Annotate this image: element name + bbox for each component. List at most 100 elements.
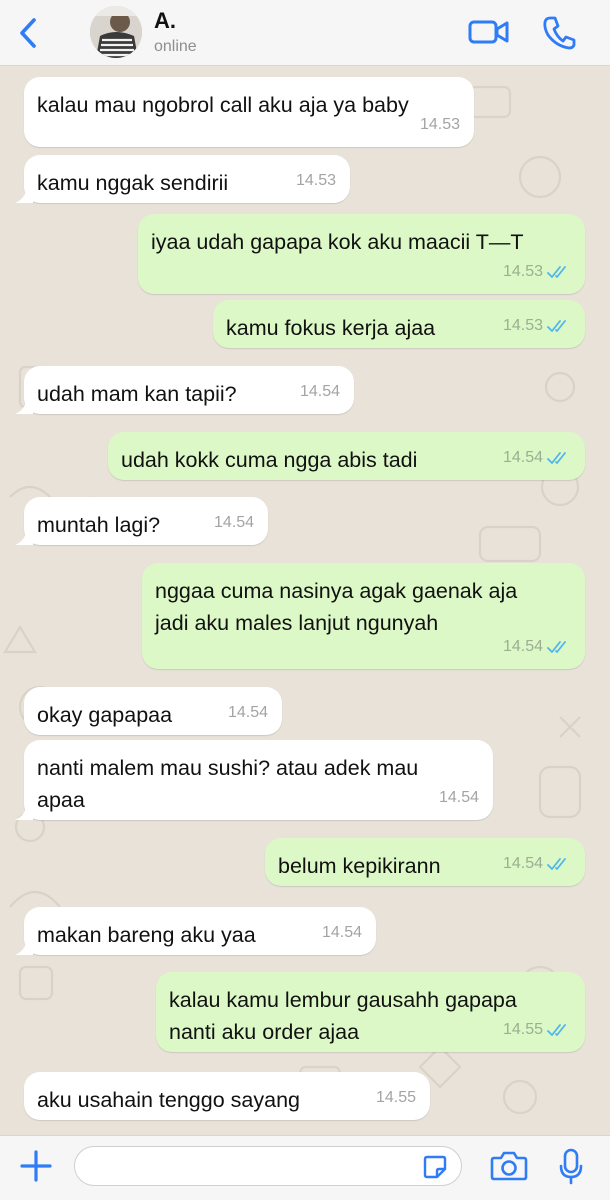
message-time: 14.53 [419, 116, 460, 133]
outgoing-message[interactable]: kalau kamu lembur gausahh gapapa nanti ak… [156, 972, 585, 1052]
message-line: udah mam kan tapii? [37, 382, 237, 406]
attach-button[interactable] [18, 1148, 54, 1184]
message-meta: 14.54 [228, 697, 268, 729]
incoming-message[interactable]: muntah lagi? 14.54 [15, 497, 268, 545]
incoming-message[interactable]: kalau mau ngobrol call aku aja ya baby 14… [24, 77, 474, 147]
message-meta: 14.53 [503, 256, 571, 288]
message-line: apaa [37, 788, 85, 812]
message-text: aku usahain tenggo sayang [37, 1084, 300, 1116]
back-button[interactable] [14, 16, 44, 50]
message-time: 14.54 [227, 704, 268, 721]
message-time: 14.54 [502, 449, 543, 466]
video-camera-icon [468, 20, 509, 44]
composer-bar [0, 1135, 610, 1200]
message-meta: 14.54 [300, 376, 340, 408]
message-text: okay gapapaa [37, 699, 172, 731]
message-meta: 14.54 [322, 917, 362, 949]
contact-name[interactable]: A. [154, 8, 176, 34]
message-line: nanti malem mau sushi? atau adek mau [37, 756, 419, 780]
message-line: kalau mau ngobrol call aku aja ya baby [37, 93, 409, 117]
sticker-icon [423, 1155, 447, 1179]
message-meta: 14.54 [503, 631, 571, 663]
message-line: iyaa udah gapapa kok aku maacii T—T [151, 230, 524, 254]
message-time: 14.54 [502, 855, 543, 872]
message-line: nanti aku order ajaa [169, 1020, 360, 1044]
message-input[interactable] [74, 1146, 462, 1186]
contact-status: online [154, 38, 197, 55]
outgoing-message[interactable]: kamu fokus kerja ajaa 14.53 [213, 300, 585, 348]
microphone-icon [559, 1148, 583, 1185]
phone-icon [543, 16, 576, 50]
bubble-tail [15, 398, 33, 414]
message-time: 14.54 [502, 638, 543, 655]
outgoing-message[interactable]: nggaa cuma nasinya agak gaenak aja jadi a… [142, 563, 585, 669]
message-meta: 14.53 [503, 310, 571, 342]
message-line: udah kokk cuma ngga abis tadi [121, 448, 418, 472]
message-text: kalau mau ngobrol call aku aja ya baby [37, 89, 409, 121]
incoming-message[interactable]: aku usahain tenggo sayang 14.55 [24, 1072, 430, 1120]
message-time: 14.55 [375, 1089, 416, 1106]
avatar[interactable] [90, 6, 142, 58]
message-line: nggaa cuma nasinya agak gaenak aja [155, 579, 518, 603]
message-time: 14.53 [502, 317, 543, 334]
video-call-button[interactable] [468, 16, 510, 48]
message-meta: 14.54 [503, 442, 571, 474]
message-line: aku usahain tenggo sayang [37, 1088, 300, 1112]
message-text: muntah lagi? [37, 509, 160, 541]
message-text: belum kepikirann [278, 850, 441, 882]
message-time: 14.54 [321, 924, 362, 941]
message-line: belum kepikirann [278, 854, 441, 878]
plus-icon [20, 1150, 52, 1182]
message-text: udah mam kan tapii? [37, 378, 237, 410]
message-meta: 14.54 [503, 848, 571, 880]
outgoing-message[interactable]: udah kokk cuma ngga abis tadi 14.54 [108, 432, 585, 480]
bubble-tail [15, 804, 33, 820]
incoming-message[interactable]: makan bareng aku yaa 14.54 [15, 907, 376, 955]
read-receipt-icon [547, 320, 566, 332]
incoming-message[interactable]: kamu nggak sendirii 14.53 [15, 155, 350, 203]
message-meta: 14.54 [439, 782, 479, 814]
camera-button[interactable] [490, 1150, 528, 1182]
message-meta: 14.55 [503, 1014, 571, 1046]
read-receipt-icon [547, 266, 566, 278]
sticker-button[interactable] [422, 1154, 448, 1180]
avatar-image [90, 6, 142, 58]
incoming-message[interactable]: okay gapapaa 14.54 [24, 687, 282, 735]
message-line: kamu nggak sendirii [37, 171, 229, 195]
read-receipt-icon [547, 452, 566, 464]
message-line: kamu fokus kerja ajaa [226, 316, 436, 340]
message-time: 14.53 [502, 263, 543, 280]
camera-icon [490, 1151, 528, 1181]
message-text: makan bareng aku yaa [37, 919, 256, 951]
read-receipt-icon [547, 1024, 566, 1036]
incoming-message[interactable]: udah mam kan tapii? 14.54 [15, 366, 354, 414]
incoming-message[interactable]: nanti malem mau sushi? atau adek mau apaa… [15, 740, 493, 820]
bubble-tail [15, 187, 33, 203]
message-text: kamu nggak sendirii [37, 167, 228, 199]
outgoing-message[interactable]: iyaa udah gapapa kok aku maacii T—T 14.53 [138, 214, 585, 294]
message-time: 14.54 [299, 383, 340, 400]
message-line: kalau kamu lembur gausahh gapapa [169, 988, 517, 1012]
outgoing-message[interactable]: belum kepikirann 14.54 [265, 838, 585, 886]
microphone-button[interactable] [558, 1148, 584, 1186]
chat-area[interactable]: kalau mau ngobrol call aku aja ya baby 14… [0, 67, 610, 1135]
message-line: jadi aku males lanjut ngunyah [155, 611, 439, 635]
read-receipt-icon [547, 641, 566, 653]
message-meta: 14.55 [376, 1082, 416, 1114]
bubble-tail [15, 529, 33, 545]
message-line: makan bareng aku yaa [37, 923, 256, 947]
message-time: 14.55 [502, 1021, 543, 1038]
message-text: iyaa udah gapapa kok aku maacii T—T [151, 226, 523, 258]
message-text: kamu fokus kerja ajaa [226, 312, 435, 344]
voice-call-button[interactable] [542, 14, 576, 50]
bubble-tail [15, 939, 33, 955]
message-time: 14.54 [213, 514, 254, 531]
chevron-left-icon [20, 18, 36, 48]
message-meta: 14.54 [214, 507, 254, 539]
message-time: 14.54 [438, 789, 479, 806]
chat-header: A. online [0, 0, 610, 66]
message-text: udah kokk cuma ngga abis tadi [121, 444, 417, 476]
read-receipt-icon [547, 858, 566, 870]
message-time: 14.53 [295, 172, 336, 189]
message-line: muntah lagi? [37, 513, 161, 537]
